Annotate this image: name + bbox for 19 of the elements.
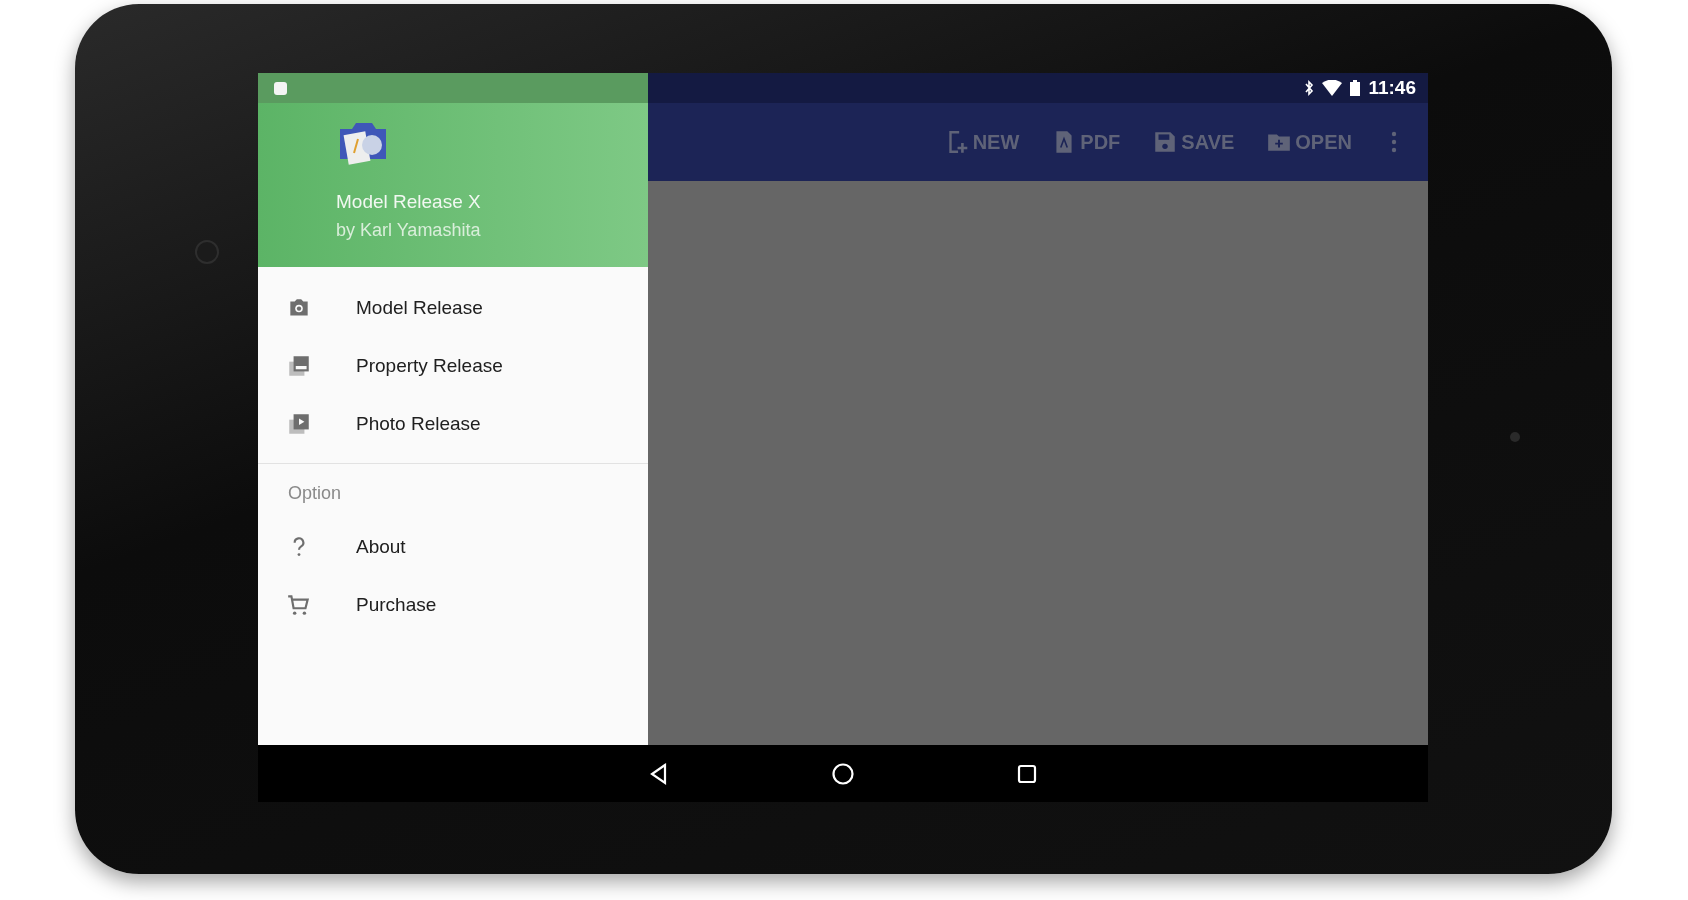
video-stack-icon [286,411,312,437]
drawer-item[interactable]: About [258,518,648,576]
battery-icon [1350,80,1361,96]
app-title: Model Release X [336,191,482,213]
clock: 11:46 [1368,77,1416,99]
sensor-dot [1510,432,1520,442]
cart-icon [286,592,312,618]
drawer-item[interactable]: Photo Release [258,395,648,453]
more-options-icon[interactable] [1390,131,1398,153]
notification-icon [274,81,287,95]
image-stack-icon [286,353,312,379]
app-author: by Karl Yamashita [336,220,482,241]
drawer-item[interactable]: Purchase [258,576,648,634]
section-header: Option [287,481,343,505]
drawer-item[interactable]: Property Release [258,337,648,395]
bluetooth-icon [1304,80,1315,96]
drawer-item[interactable]: Model Release [258,279,648,337]
home-icon[interactable] [831,761,855,786]
wifi-icon [1322,80,1343,96]
